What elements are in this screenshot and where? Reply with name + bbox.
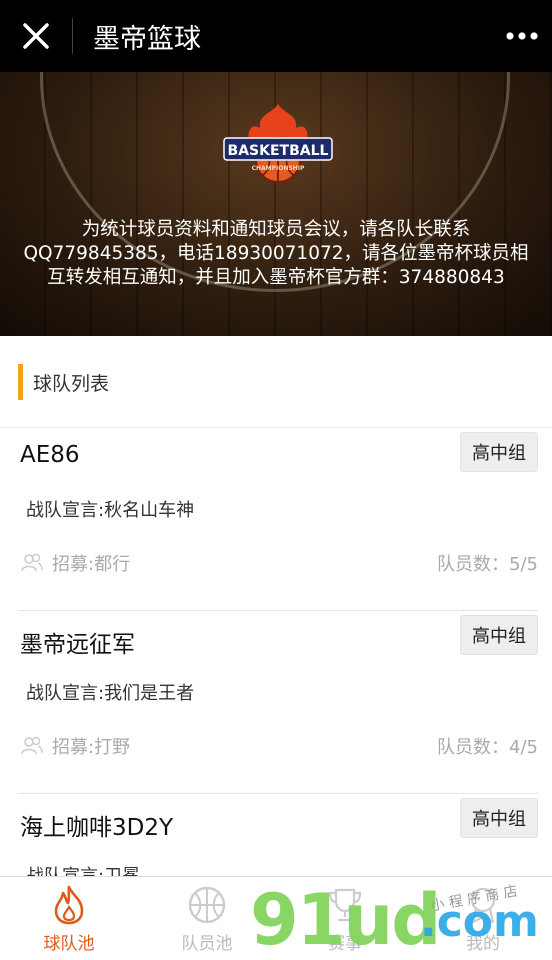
users-icon — [21, 736, 43, 755]
logo-subtext: CHAMPIONSHIP — [252, 165, 305, 172]
page-title: 墨帝篮球 — [93, 23, 201, 55]
team-card[interactable]: AE86 高中组 战队宣言:秋名山车神 招募:都行 队员数：5/5 — [0, 428, 552, 611]
more-dots-icon — [506, 32, 538, 40]
team-card[interactable]: 墨帝远征军 高中组 战队宣言:我们是王者 招募:打野 队员数：4/5 — [0, 611, 552, 794]
close-button[interactable] — [0, 0, 72, 72]
group-badge: 高中组 — [460, 615, 538, 655]
recruit-text: 招募:都行 — [52, 554, 131, 575]
section-header: 球队列表 — [0, 336, 552, 428]
logo-text: BASKETBALL — [228, 143, 329, 159]
tab-label: 赛事 — [328, 934, 362, 954]
tab-label: 我的 — [466, 934, 500, 954]
tab-label: 球队池 — [43, 934, 95, 954]
team-recruit: 招募:都行 — [20, 550, 130, 576]
users-icon — [21, 553, 43, 572]
medal-icon — [470, 887, 496, 924]
basketball-icon — [188, 886, 226, 924]
team-slogan: 战队宣言:我们是王者 — [26, 683, 195, 704]
close-icon — [23, 23, 49, 49]
member-count: 队员数：4/5 — [437, 737, 538, 758]
team-recruit: 招募:打野 — [20, 733, 130, 759]
header-divider — [72, 18, 73, 54]
recruit-text: 招募:打野 — [52, 737, 131, 758]
tab-label: 队员池 — [181, 934, 233, 954]
more-button[interactable] — [492, 0, 552, 72]
banner: BASKETBALL CHAMPIONSHIP 为统计球员资料和通知球员会议，请… — [0, 72, 552, 336]
team-slogan: 战队宣言:秋名山车神 — [26, 500, 195, 521]
banner-notice: 为统计球员资料和通知球员会议，请各队长联系QQ779845385，电话18930… — [23, 219, 529, 288]
tab-player-pool[interactable]: 队员池 — [138, 877, 276, 960]
trophy-icon — [328, 888, 362, 922]
group-badge: 高中组 — [460, 798, 538, 838]
section-accent-bar — [18, 364, 23, 400]
section-title: 球队列表 — [33, 373, 110, 395]
team-name: AE86 — [20, 442, 80, 468]
team-name: 墨帝远征军 — [20, 632, 135, 658]
tab-mine[interactable]: 我的 — [414, 877, 552, 960]
top-bar: 墨帝篮球 — [0, 0, 552, 72]
team-name: 海上咖啡3D2Y — [20, 815, 174, 841]
basketball-logo: BASKETBALL CHAMPIONSHIP — [223, 104, 333, 183]
member-count: 队员数：5/5 — [437, 554, 538, 575]
flame-icon — [54, 885, 84, 925]
tab-events[interactable]: 赛事 — [276, 877, 414, 960]
group-badge: 高中组 — [460, 432, 538, 472]
tab-team-pool[interactable]: 球队池 — [0, 877, 138, 960]
tab-bar: 球队池 队员池 赛事 我的 — [0, 876, 552, 960]
